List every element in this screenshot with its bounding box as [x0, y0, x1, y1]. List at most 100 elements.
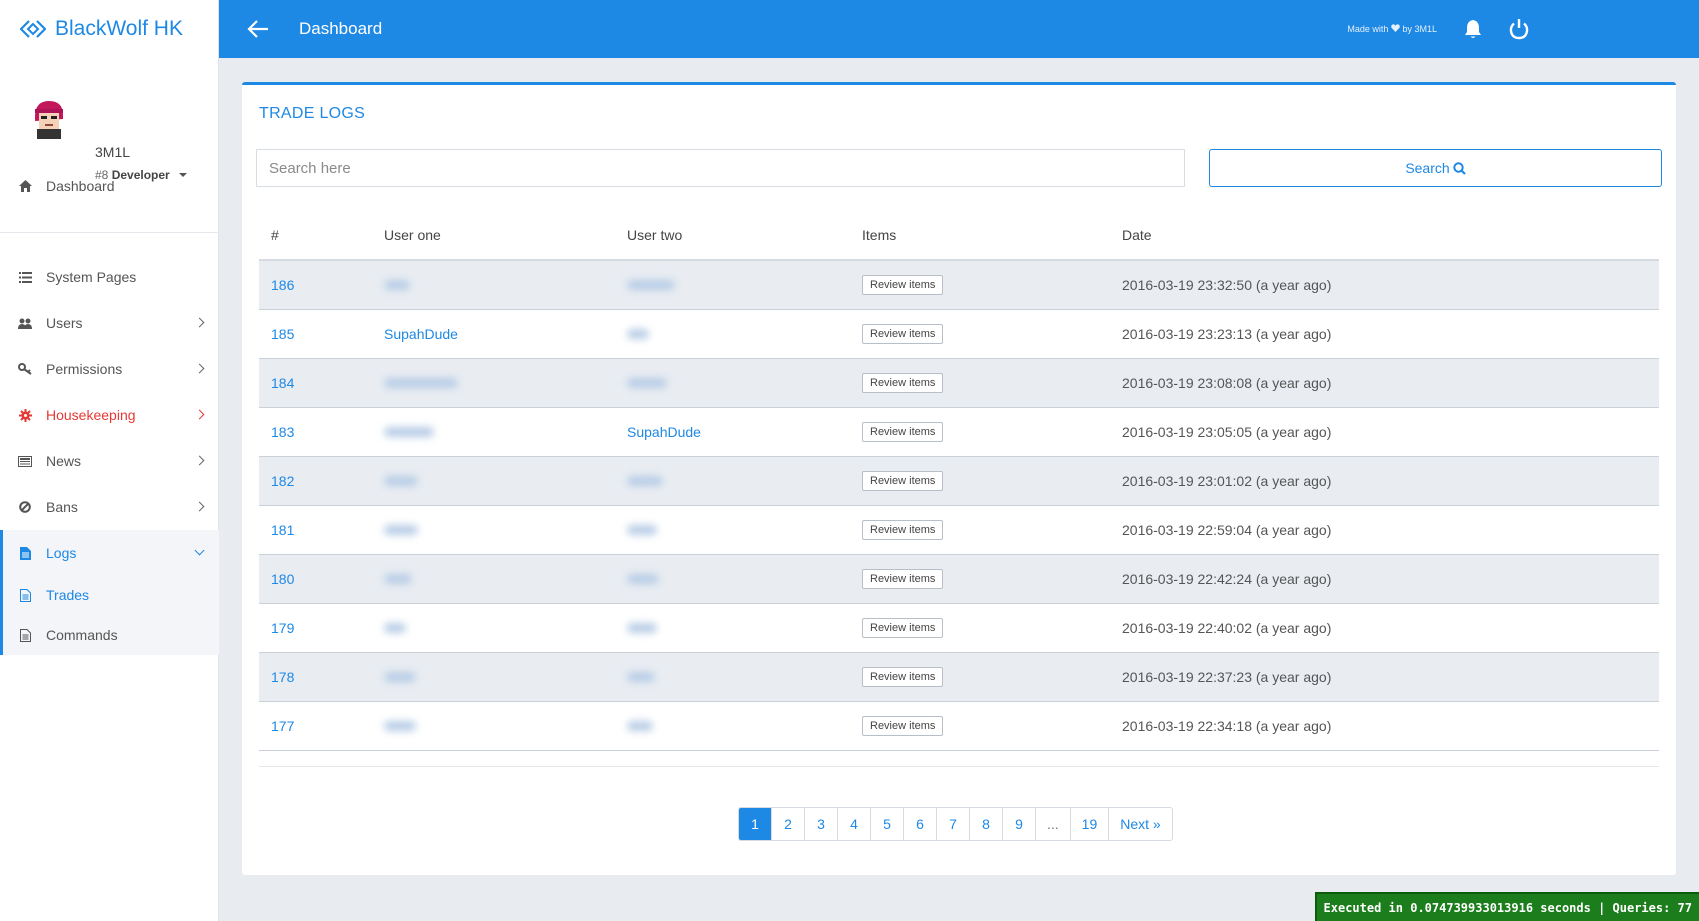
trade-id-link[interactable]: 185 [271, 326, 294, 342]
redacted-user-link[interactable] [627, 622, 657, 633]
trade-id-link[interactable]: 184 [271, 375, 294, 391]
sidebar-item-dashboard[interactable]: Dashboard [0, 163, 219, 209]
avatar[interactable] [27, 95, 71, 139]
arrow-left-icon[interactable] [247, 19, 269, 39]
cell-items: Review items [850, 456, 1110, 506]
cell-items: Review items [850, 260, 1110, 310]
column-header-date: Date [1110, 210, 1659, 261]
review-items-button[interactable]: Review items [862, 715, 944, 736]
bell-icon[interactable] [1464, 19, 1482, 39]
review-items-button[interactable]: Review items [862, 470, 944, 491]
table-row: 184 Review items 2016-03-19 23:08:08 (a ye… [259, 358, 1659, 408]
redacted-user-link[interactable] [384, 377, 458, 388]
redacted-user-link[interactable] [627, 720, 653, 731]
pagination: 1 2 3 4 5 6 7 8 9... 19 Next » [738, 807, 1173, 841]
file-icon [18, 546, 32, 560]
search-icon [1452, 161, 1466, 175]
redacted-user-link[interactable] [384, 475, 418, 486]
redacted-user-link[interactable] [384, 573, 412, 584]
review-items-button[interactable]: Review items [862, 274, 944, 295]
redacted-user-link[interactable] [384, 671, 416, 682]
card-title: TRADE LOGS [259, 105, 366, 122]
sidebar-item-label: Logs [46, 545, 77, 561]
trade-logs-table: # User one User two Items Date 186 Review… [259, 210, 1659, 751]
cell-user-one [372, 407, 615, 457]
cell-user-one [372, 505, 615, 555]
chevron-right-icon [194, 409, 205, 420]
redacted-user-link[interactable] [627, 377, 667, 388]
pagination-next[interactable]: Next » [1109, 808, 1171, 840]
trade-id-link[interactable]: 181 [271, 522, 294, 538]
redacted-user-link[interactable] [384, 622, 406, 633]
user-link[interactable]: SupahDude [384, 326, 458, 342]
page-title: Dashboard [299, 19, 383, 38]
sidebar-item-label: Bans [46, 499, 78, 515]
table-header-row: # User one User two Items Date [259, 210, 1659, 261]
cell-id: 186 [259, 260, 372, 310]
redacted-user-link[interactable] [384, 426, 434, 437]
search-input[interactable] [256, 149, 1185, 187]
redacted-user-link[interactable] [627, 573, 659, 584]
pagination-page[interactable]: 9 [1003, 808, 1036, 840]
review-items-button[interactable]: Review items [862, 372, 944, 393]
trade-id-link[interactable]: 182 [271, 473, 294, 489]
pagination-page[interactable]: 19 [1071, 808, 1110, 840]
trade-id-link[interactable]: 177 [271, 718, 294, 734]
review-items-button[interactable]: Review items [862, 323, 944, 344]
power-icon[interactable] [1509, 18, 1529, 40]
redacted-user-link[interactable] [627, 671, 655, 682]
cell-user-one [372, 554, 615, 604]
pagination-page[interactable]: 2 [772, 808, 805, 840]
cell-items: Review items [850, 407, 1110, 457]
sidebar-item-users[interactable]: Users [0, 300, 219, 346]
cell-items: Review items [850, 358, 1110, 408]
pagination-page[interactable]: 6 [904, 808, 937, 840]
pagination-page[interactable]: 8 [970, 808, 1003, 840]
review-items-button[interactable]: Review items [862, 568, 944, 589]
table-row: 182 Review items 2016-03-19 23:01:02 (a ye… [259, 456, 1659, 506]
sidebar-item-housekeeping[interactable]: Housekeeping [0, 392, 219, 438]
sidebar-item-label: System Pages [46, 269, 137, 285]
pagination-page[interactable]: 7 [937, 808, 970, 840]
sidebar: BlackWolf HK 3M1L #8 Developer Dashboard… [0, 0, 219, 921]
search-button[interactable]: Search [1209, 149, 1662, 187]
pagination-page[interactable]: 4 [838, 808, 871, 840]
redacted-user-link[interactable] [627, 279, 675, 290]
trade-id-link[interactable]: 180 [271, 571, 294, 587]
trade-id-link[interactable]: 186 [271, 277, 294, 293]
sidebar-item-commands[interactable]: Commands [0, 612, 219, 658]
cell-user-one [372, 456, 615, 506]
cell-user-one [372, 358, 615, 408]
file-text-icon [18, 628, 32, 642]
column-header-items: Items [850, 210, 1110, 261]
pagination-page[interactable]: 5 [871, 808, 904, 840]
sidebar-item-permissions[interactable]: Permissions [0, 346, 219, 392]
redacted-user-link[interactable] [384, 720, 416, 731]
cell-items: Review items [850, 701, 1110, 751]
brand[interactable]: BlackWolf HK [0, 0, 218, 58]
trade-id-link[interactable]: 178 [271, 669, 294, 685]
review-items-button[interactable]: Review items [862, 666, 944, 687]
pagination-page[interactable]: 3 [805, 808, 838, 840]
user-link[interactable]: SupahDude [627, 424, 701, 440]
cell-id: 178 [259, 652, 372, 702]
review-items-button[interactable]: Review items [862, 421, 944, 442]
redacted-user-link[interactable] [384, 279, 410, 290]
sidebar-item-logs[interactable]: Logs [0, 530, 219, 576]
pagination-page[interactable]: 1 [739, 808, 772, 840]
cell-id: 179 [259, 603, 372, 653]
sidebar-item-label: News [46, 453, 82, 469]
review-items-button[interactable]: Review items [862, 519, 944, 540]
redacted-user-link[interactable] [627, 524, 657, 535]
sidebar-item-system-pages[interactable]: System Pages [0, 254, 219, 300]
trade-id-link[interactable]: 179 [271, 620, 294, 636]
redacted-user-link[interactable] [627, 328, 649, 339]
chevron-right-icon [194, 455, 205, 466]
trade-id-link[interactable]: 183 [271, 424, 294, 440]
review-items-button[interactable]: Review items [862, 617, 944, 638]
redacted-user-link[interactable] [384, 524, 418, 535]
sidebar-item-bans[interactable]: Bans [0, 484, 219, 530]
sidebar-item-news[interactable]: News [0, 438, 219, 484]
table-row: 177 Review items 2016-03-19 22:34:18 (a ye… [259, 701, 1659, 751]
redacted-user-link[interactable] [627, 475, 663, 486]
